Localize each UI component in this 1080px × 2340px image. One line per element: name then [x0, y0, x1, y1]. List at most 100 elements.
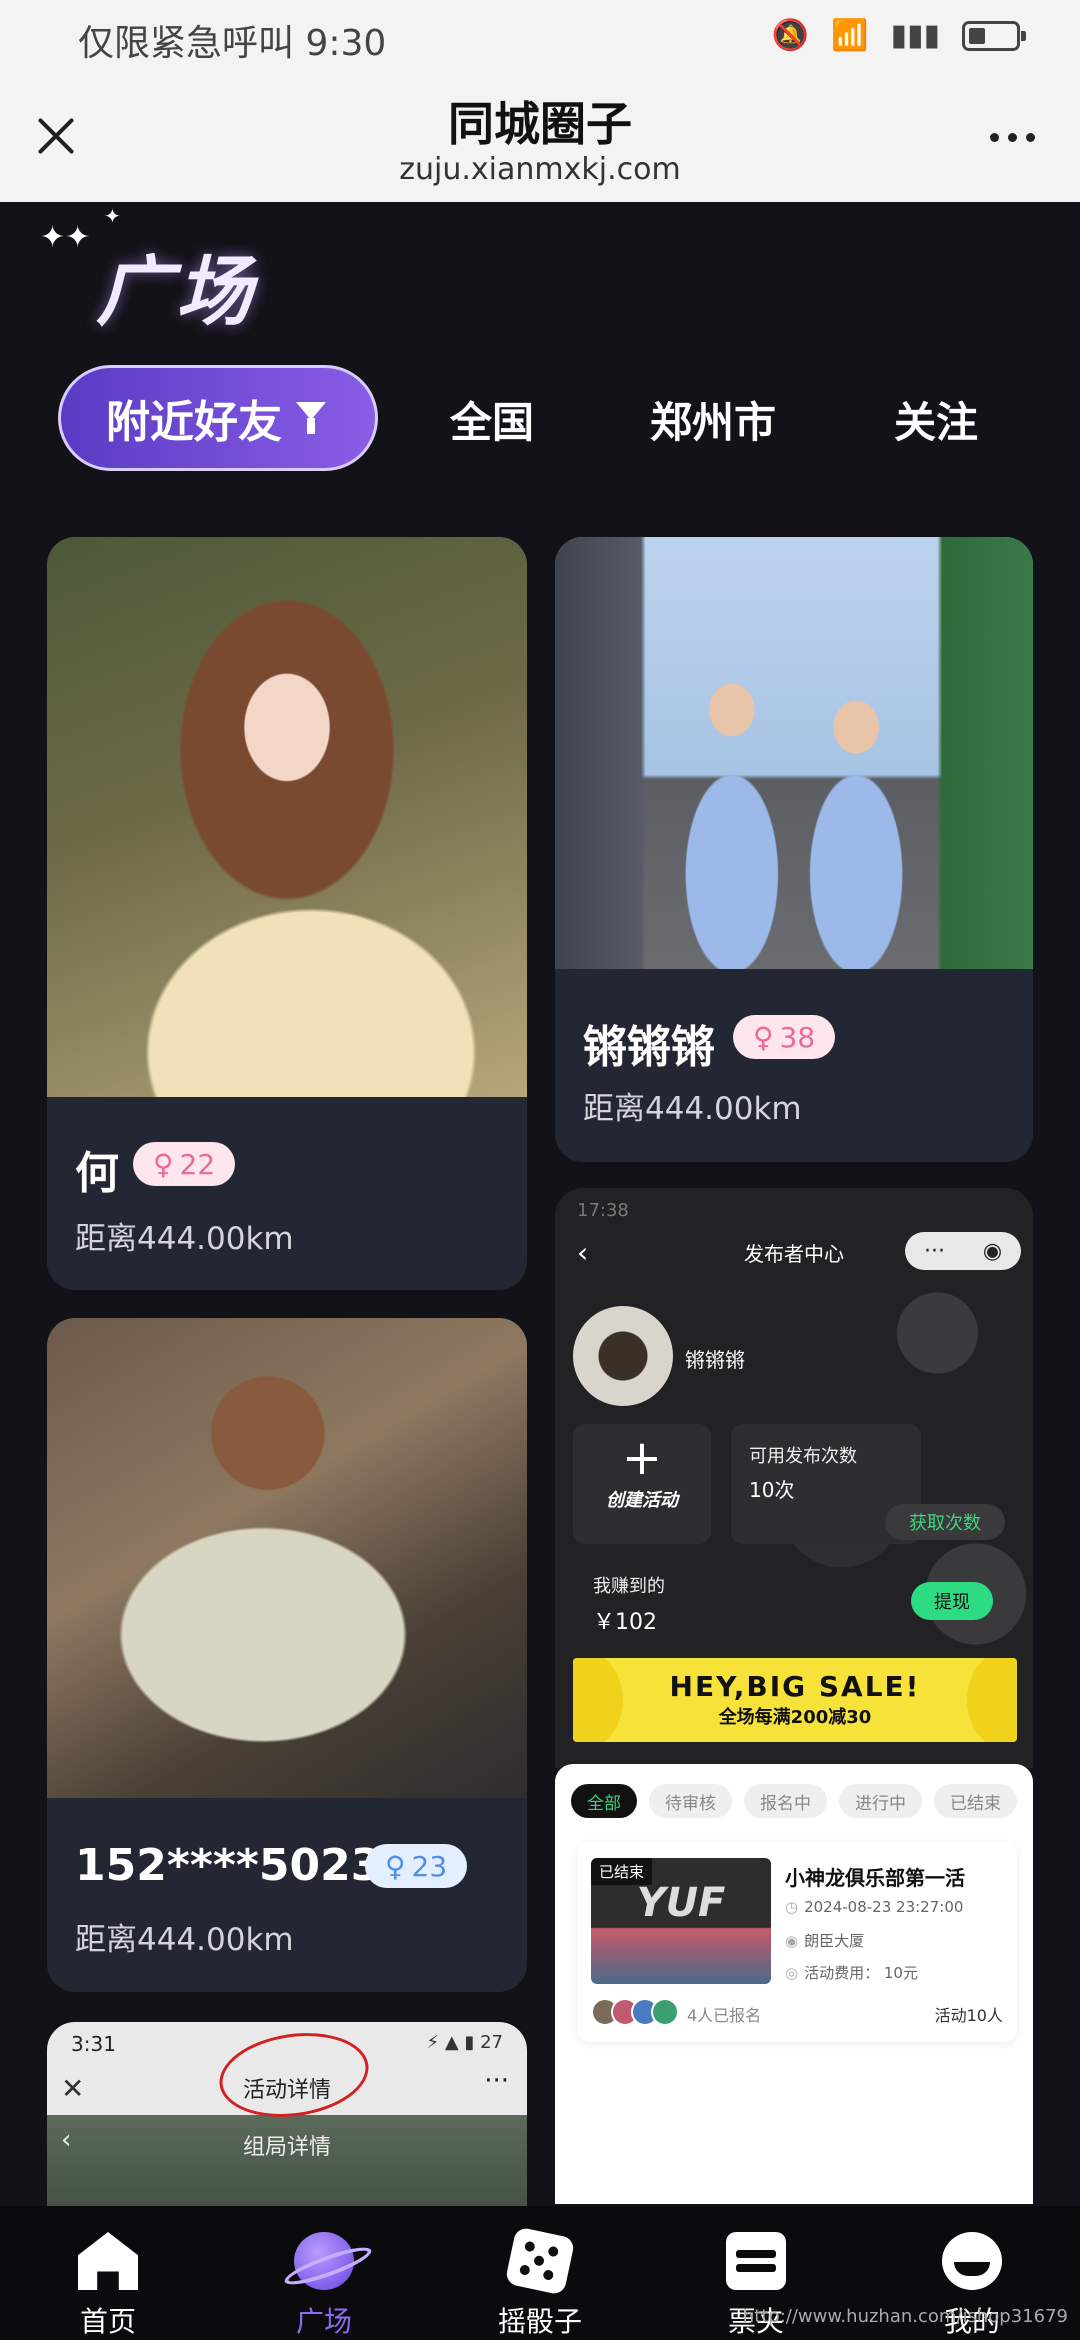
user-age: 22 [179, 1147, 216, 1181]
user-photo [555, 537, 1033, 969]
create-activity-label: 创建活动 [606, 1490, 678, 1511]
tab-square[interactable]: 广场 [254, 2206, 394, 2340]
location-icon: ◉ [785, 1932, 799, 1950]
chip-ended: 已结束 [934, 1784, 1017, 1818]
status-filter-chips: 全部 待审核 报名中 进行中 已结束 [571, 1784, 1017, 1818]
mini-program-header: 同城圈子 zuju.xianmxkj.com [0, 70, 1080, 202]
user-card[interactable]: 何 ♀ 22 距离444.00km [47, 537, 527, 1290]
mute-icon: 🔕 [771, 18, 810, 53]
signed-up-count: 4人已报名 [687, 2006, 762, 2025]
app-title: 同城圈子 [448, 97, 632, 151]
clock-icon: ◷ [785, 1898, 799, 1916]
sparkle-icon: ✦✦ [40, 220, 91, 255]
ticket-icon [726, 2232, 786, 2290]
capsule-menu: ··· ◉ [905, 1232, 1021, 1270]
more-icon[interactable] [990, 122, 1046, 152]
activity-footer: 4人已报名 活动10人 [591, 1996, 1003, 2030]
page-title: 广场 [96, 247, 256, 336]
home-icon [78, 2232, 138, 2290]
dice-icon [504, 2226, 576, 2296]
activity-fee: 活动费用： 10元 [804, 1964, 918, 1982]
user-name: 152****5023 [75, 1840, 382, 1891]
activity-place-row: ◉ 朗臣大厦 [785, 1930, 864, 1951]
user-age: 38 [779, 1020, 816, 1054]
user-name: 锵锵锵 [583, 1022, 715, 1073]
more-icon: ··· [484, 2066, 509, 2096]
activity-logo: YUF [636, 1880, 726, 1926]
female-icon: ♀ [385, 1849, 406, 1883]
status-bar: 仅限紧急呼叫 9:30 🔕 📶 ▮▮▮ [0, 0, 1080, 70]
shot-status-icons: ⚡ ▲ ▮ 27 [426, 2032, 503, 2053]
earned-label: 我赚到的 [593, 1576, 665, 1597]
create-activity-tile: + 创建活动 [573, 1424, 711, 1544]
earned-value: ￥102 [593, 1610, 657, 1635]
user-age: 23 [411, 1849, 448, 1883]
red-circle-annotation [214, 2023, 374, 2127]
activity-capacity: 活动10人 [934, 2006, 1003, 2025]
female-icon: ♀ [153, 1147, 174, 1181]
banner-subline: 全场每满200减30 [718, 1707, 872, 1728]
user-photo [47, 537, 527, 1097]
publisher-name: 锵锵锵 [685, 1348, 745, 1372]
status-time: 9:30 [305, 23, 387, 64]
target-icon: ◉ [982, 1238, 1003, 1264]
activity-image: 已结束 YUF [591, 1858, 771, 1984]
tab-label: 附近好友 [106, 397, 282, 448]
tab-home[interactable]: 首页 [38, 2206, 178, 2340]
user-distance: 距离444.00km [75, 1221, 294, 1257]
signal-icon: ▮▮▮ [890, 18, 940, 53]
gender-age-badge: ♀ 22 [133, 1142, 236, 1186]
profile-icon [942, 2232, 1002, 2290]
status-icons: 🔕 📶 ▮▮▮ [771, 18, 1026, 53]
filter-tabs: 附近好友 全国 郑州市 关注 [58, 365, 1028, 471]
planet-icon [294, 2232, 354, 2290]
sparkle-icon: ✦ [104, 204, 121, 228]
withdraw-button: 提现 [911, 1582, 993, 1620]
chip-all: 全部 [571, 1784, 637, 1818]
banner-headline: HEY,BIG SALE! [669, 1670, 921, 1703]
plus-icon: + [621, 1430, 663, 1486]
fee-icon: ◎ [785, 1964, 799, 1982]
avatar [651, 1998, 679, 2026]
shot-time: 3:31 [71, 2032, 116, 2056]
user-card[interactable]: 152****5023 ♀ 23 距离444.00km [47, 1318, 527, 1992]
chip-ongoing: 进行中 [839, 1784, 922, 1818]
tab-label: 首页 [79, 2305, 136, 2338]
count-value: 10次 [749, 1478, 795, 1502]
tab-dice[interactable]: 摇骰子 [470, 2206, 610, 2340]
count-label: 可用发布次数 [749, 1446, 857, 1467]
tab-following[interactable]: 关注 [894, 389, 978, 450]
page-heading: ✦✦ ✦ 广场 [40, 204, 280, 336]
gender-age-badge: ♀ 38 [733, 1015, 836, 1059]
post-card-screenshot[interactable]: 全部 待审核 报名中 进行中 已结束 已结束 YUF 小神龙俱乐部第一活 ◷ 20… [555, 1764, 1033, 2204]
watermark-text: http://www.huzhan.com/ishop31679 [742, 2306, 1068, 2327]
user-distance: 距离444.00km [583, 1091, 802, 1127]
tab-nationwide[interactable]: 全国 [450, 389, 534, 450]
chip-signup: 报名中 [744, 1784, 827, 1818]
more-icon: ··· [923, 1238, 945, 1264]
status-carrier: 仅限紧急呼叫 9:30 [78, 14, 386, 66]
activity-place: 朗臣大厦 [804, 1932, 865, 1950]
chip-pending: 待审核 [649, 1784, 732, 1818]
sale-banner: HEY,BIG SALE! 全场每满200减30 [573, 1658, 1017, 1742]
avatar [573, 1306, 673, 1406]
activity-name: 小神龙俱乐部第一活 [785, 1866, 965, 1890]
shot-subtitle: 组局详情 [242, 2135, 331, 2160]
tab-label: 摇骰子 [497, 2305, 582, 2338]
tab-nearby-friends[interactable]: 附近好友 [58, 365, 378, 471]
tab-zhengzhou[interactable]: 郑州市 [650, 389, 776, 450]
user-card[interactable]: 锵锵锵 ♀ 38 距离444.00km [555, 537, 1033, 1162]
activity-item: 已结束 YUF 小神龙俱乐部第一活 ◷ 2024-08-23 23:27:00 ◉… [577, 1842, 1017, 2042]
site-url: zuju.xianmxkj.com [399, 152, 681, 187]
carrier-text: 仅限紧急呼叫 [78, 23, 295, 64]
filter-icon[interactable] [296, 400, 330, 436]
activity-datetime-row: ◷ 2024-08-23 23:27:00 [785, 1898, 963, 1916]
battery-icon [962, 20, 1026, 51]
participant-avatars [591, 1998, 679, 2026]
post-card-screenshot[interactable]: 17:38 ‹ 发布者中心 ··· ◉ 锵锵锵 + 创建活动 可用发布次数 10次… [555, 1188, 1033, 1768]
shot-time: 17:38 [577, 1200, 629, 1221]
activity-fee-row: ◎ 活动费用： 10元 [785, 1962, 918, 1983]
activity-datetime: 2024-08-23 23:27:00 [804, 1898, 964, 1916]
user-name: 何 [75, 1148, 119, 1199]
female-icon: ♀ [753, 1020, 774, 1054]
